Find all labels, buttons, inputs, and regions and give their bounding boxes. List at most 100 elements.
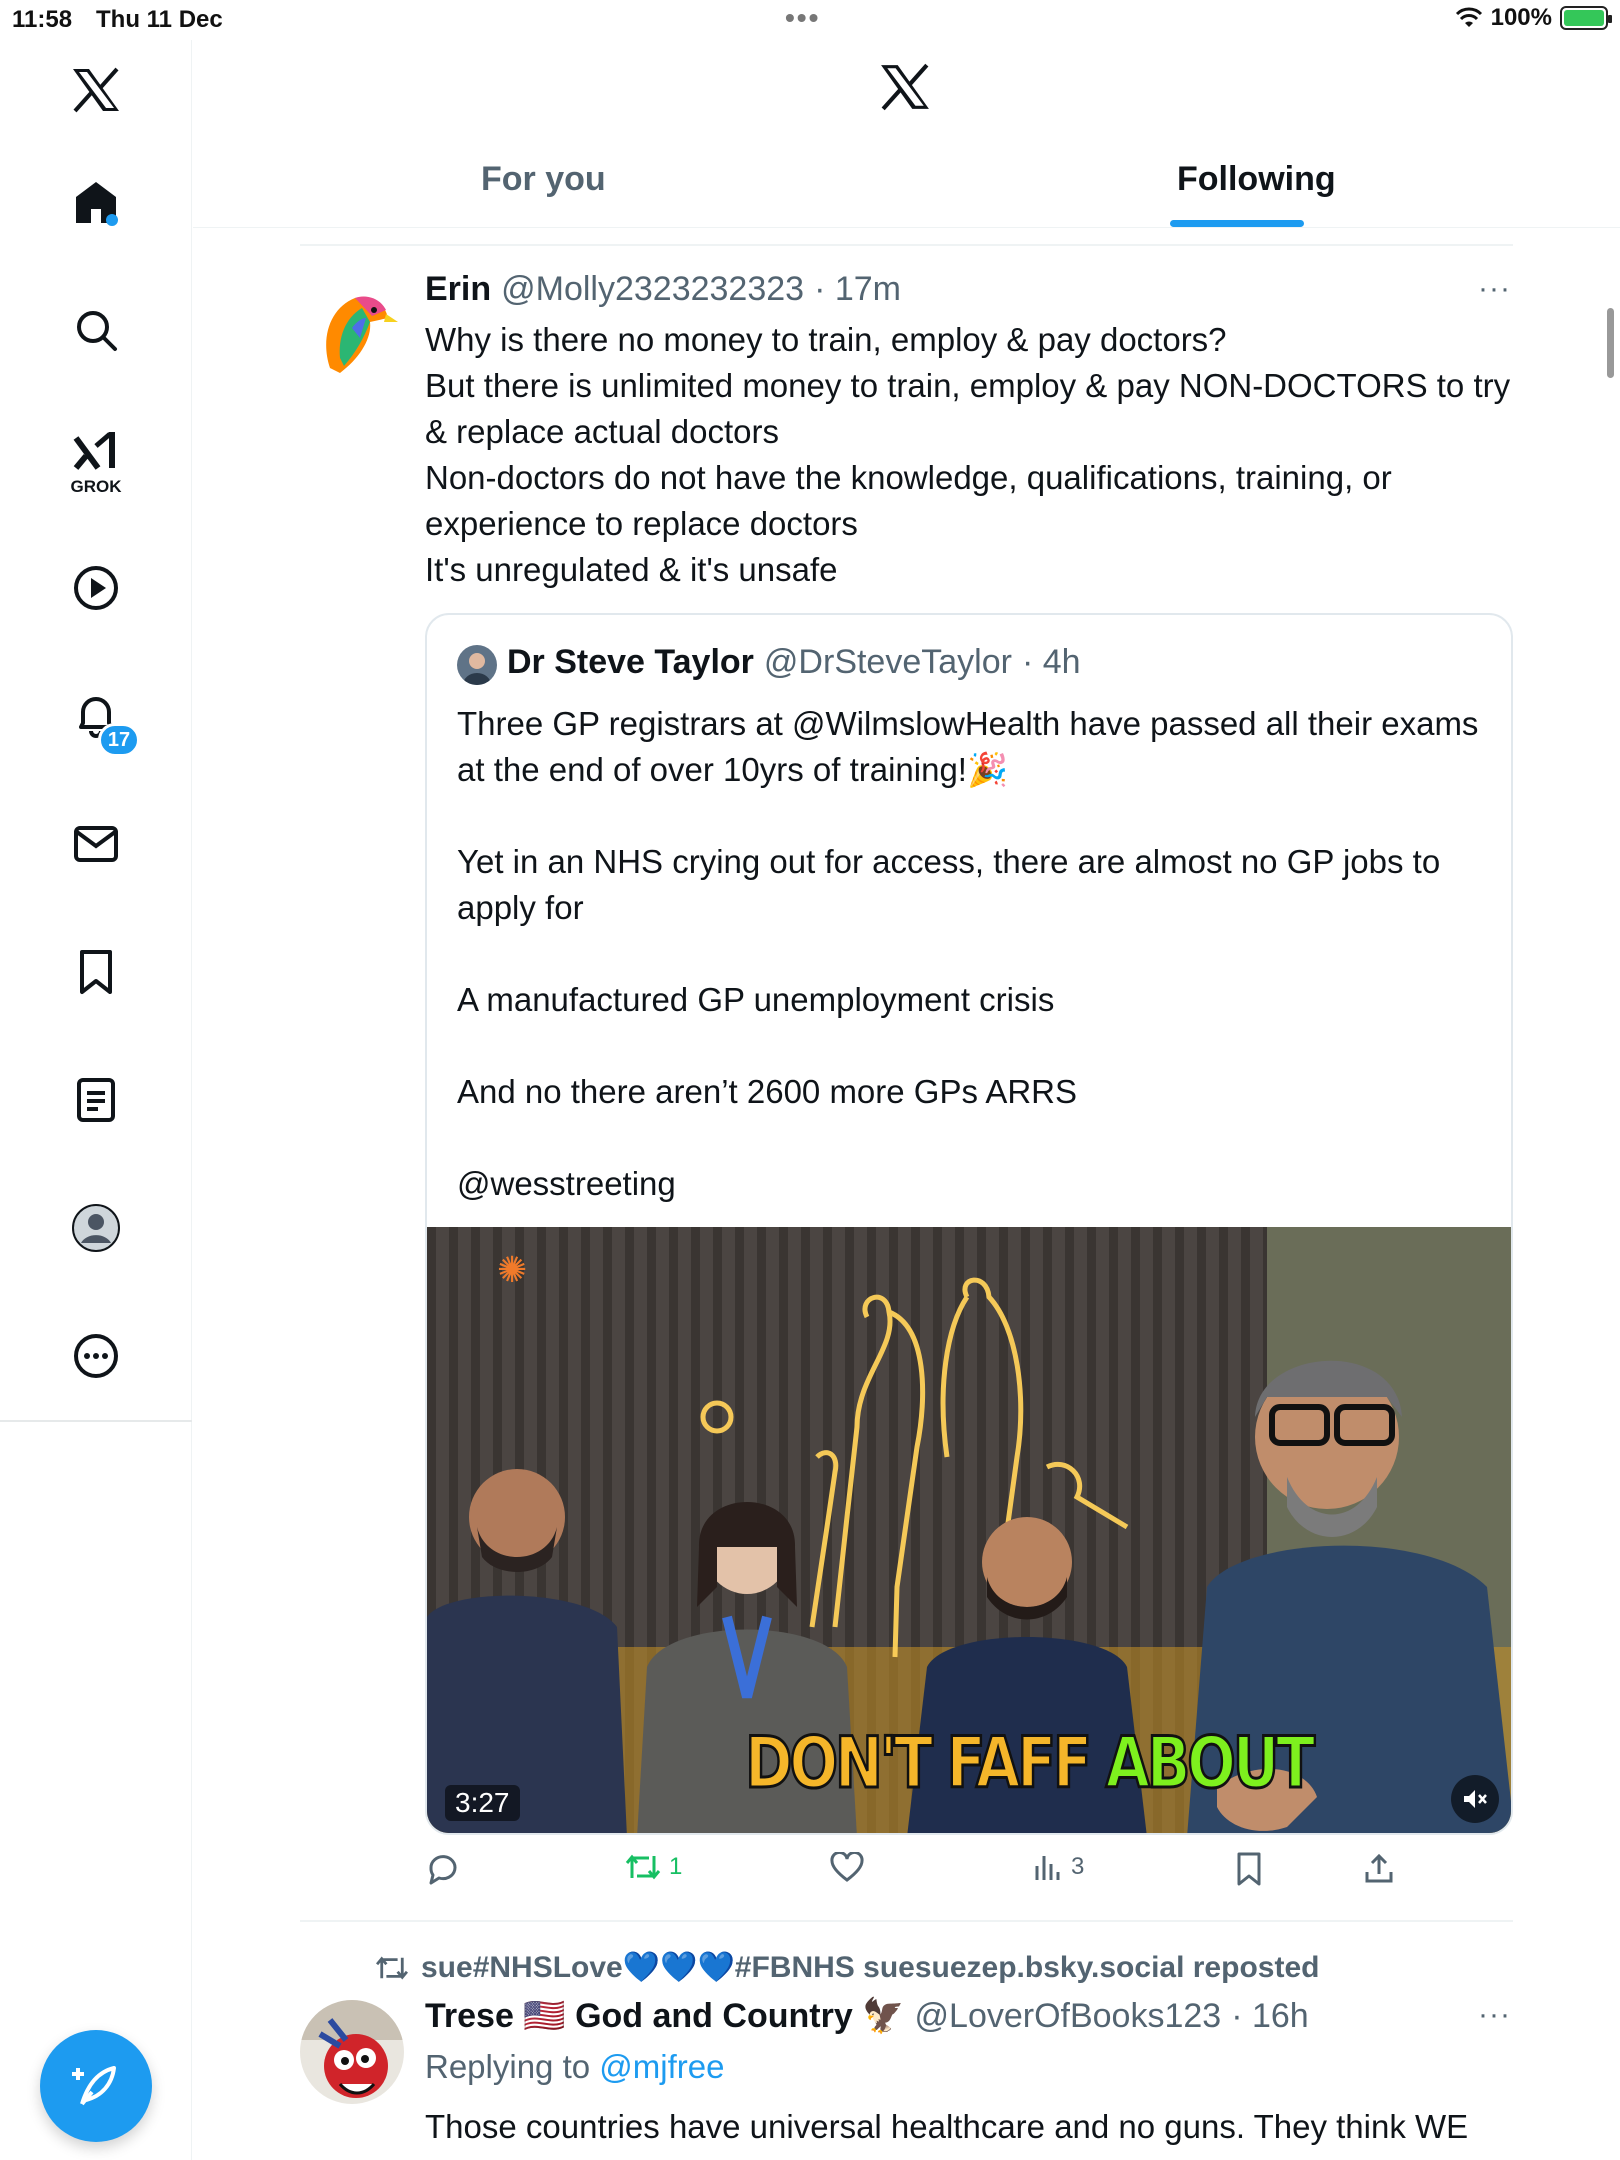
speaker-muted-icon: [1464, 1790, 1487, 1808]
bookmark-icon: [1237, 1852, 1261, 1886]
multitasking-dots-icon[interactable]: •••: [785, 2, 820, 34]
sidebar-item-home[interactable]: [56, 162, 136, 242]
grok-label: GROK: [70, 477, 122, 496]
reply-button[interactable]: [425, 1852, 467, 1886]
tweet2-body: Those countries have universal healthcar…: [425, 2104, 1515, 2150]
tab-following[interactable]: Following: [1177, 160, 1336, 199]
repost-button[interactable]: 1: [625, 1852, 682, 1882]
video-duration: 3:27: [445, 1785, 520, 1821]
video-player[interactable]: ✺ DON'T FAFF ABOUT 3:27: [427, 1227, 1511, 1833]
svg-text:✺: ✺: [497, 1250, 527, 1291]
sidebar-item-bookmarks[interactable]: [56, 932, 136, 1012]
status-time: 11:58: [12, 6, 73, 33]
video-caption: DON'T FAFF ABOUT: [744, 1721, 1317, 1806]
like-button[interactable]: [830, 1852, 872, 1882]
tweet1-line: It's unregulated & it's unsafe: [425, 551, 838, 588]
quote-author-handle[interactable]: @DrSteveTaylor: [764, 643, 1012, 682]
reply-icon: [429, 1855, 457, 1885]
tweet1-line: Non-doctors do not have the knowledge, q…: [425, 459, 1392, 542]
avatar-trese[interactable]: [300, 2000, 404, 2104]
x-header-logo-icon: [879, 62, 931, 117]
quote-timestamp: · 4h: [1021, 643, 1081, 681]
bookmark-icon: [80, 950, 112, 994]
heart-icon: [830, 1852, 864, 1882]
tweet2-repost-context[interactable]: sue#NHSLove💙💙💙#FBNHS suesuezep.bsky.soci…: [375, 1950, 1319, 1985]
repost-count: 1: [669, 1853, 683, 1880]
quote-body: Three GP registrars at @WilmslowHealth h…: [457, 701, 1487, 1207]
avatar-erin[interactable]: [300, 278, 404, 382]
grok-icon: [73, 432, 115, 470]
quote-author-name[interactable]: Dr Steve Taylor: [507, 643, 754, 682]
x-logo-icon[interactable]: [56, 50, 136, 130]
replying-mention-link[interactable]: @mjfree: [599, 2048, 724, 2085]
quote-paragraph: And no there aren’t 2600 more GPs ARRS: [457, 1073, 1078, 1110]
sidebar-item-video[interactable]: [56, 548, 136, 628]
tweet1-author-handle[interactable]: @Molly2323232323: [501, 270, 804, 309]
notifications-badge: 17: [98, 723, 140, 757]
battery-icon: [1560, 6, 1612, 30]
sidebar-item-lists[interactable]: [56, 1060, 136, 1140]
more-circle-icon: [74, 1334, 118, 1378]
tweet2-author-name[interactable]: Trese 🇺🇸 God and Country 🦅: [425, 1996, 905, 2036]
views-count: 3: [1071, 1853, 1085, 1880]
status-indicators: 100%: [1455, 4, 1612, 32]
feed-divider: [300, 244, 1513, 246]
list-document-icon: [77, 1078, 115, 1122]
tweet1-body: Why is there no money to train, employ &…: [425, 317, 1515, 593]
tweet1-action-bar: 1 3: [425, 1852, 1515, 1896]
video-caption-part2: ABOUT: [1104, 1721, 1316, 1806]
video-caption-part1: DON'T FAFF: [744, 1721, 1094, 1806]
tweet1-timestamp[interactable]: · 17m: [814, 270, 901, 309]
tweet1-line: Why is there no money to train, employ &…: [425, 321, 1227, 358]
quote-paragraph: @wesstreeting: [457, 1165, 676, 1202]
repost-icon: [625, 1854, 661, 1880]
quote-paragraph: Yet in an NHS crying out for access, the…: [457, 843, 1441, 926]
feed-divider: [300, 1920, 1513, 1922]
tweet1-author-name[interactable]: Erin: [425, 270, 491, 309]
status-date: Thu 11 Dec: [96, 6, 223, 33]
tweet2-replying-to: Replying to @mjfree: [425, 2048, 724, 2086]
scrollbar[interactable]: [1607, 308, 1614, 378]
battery-percent: 100%: [1490, 4, 1552, 31]
wifi-icon: [1455, 7, 1482, 27]
share-icon: [1365, 1853, 1393, 1883]
sidebar-divider: [0, 1420, 192, 1422]
quoted-tweet-card[interactable]: Dr Steve Taylor @DrSteveTaylor · 4h Thre…: [425, 613, 1513, 1835]
search-icon: [77, 311, 117, 351]
quote-header: Dr Steve Taylor @DrSteveTaylor · 4h: [507, 643, 1081, 682]
share-button[interactable]: [1363, 1852, 1403, 1884]
home-unread-dot: [106, 214, 118, 226]
compose-feather-icon: [72, 2066, 116, 2106]
tweet2-text: Those countries have universal healthcar…: [425, 2108, 1469, 2145]
compose-post-button[interactable]: [40, 2030, 152, 2142]
quote-paragraph: A manufactured GP unemployment crisis: [457, 981, 1055, 1018]
tweet2-header: Trese 🇺🇸 God and Country 🦅 @LoverOfBooks…: [425, 1996, 1309, 2036]
tweet1-header: Erin @Molly2323232323 · 17m: [425, 270, 901, 309]
tweet2-author-handle[interactable]: @LoverOfBooks123: [915, 1997, 1222, 2036]
sidebar-item-messages[interactable]: [56, 804, 136, 884]
tweet1-line: But there is unlimited money to train, e…: [425, 367, 1511, 450]
bookmark-button[interactable]: [1235, 1852, 1271, 1886]
replying-prefix: Replying to: [425, 2048, 591, 2085]
tweet2-repost-by: sue#NHSLove💙💙💙#FBNHS suesuezep.bsky.soci…: [421, 1951, 1320, 1984]
repost-small-icon: [375, 1955, 409, 1980]
tweet2-more-button[interactable]: ···: [1478, 1998, 1511, 2032]
active-tab-indicator: [1170, 220, 1304, 227]
sidebar-item-search[interactable]: [56, 290, 136, 370]
avatar-icon: [72, 1204, 120, 1252]
tweet1-more-button[interactable]: ···: [1478, 272, 1511, 306]
video-mute-button[interactable]: [1451, 1775, 1499, 1823]
views-chart-icon: [1035, 1856, 1060, 1880]
avatar-dr-steve-taylor[interactable]: [457, 645, 497, 685]
tab-for-you[interactable]: For you: [481, 160, 606, 199]
play-circle-icon: [74, 566, 118, 610]
views-button[interactable]: 3: [1033, 1852, 1084, 1882]
sidebar-item-more[interactable]: [56, 1316, 136, 1396]
status-bar: 11:58 Thu 11 Dec ••• 100%: [0, 0, 1620, 40]
timeline-header: For you Following: [193, 40, 1620, 228]
envelope-icon: [74, 826, 118, 862]
quote-paragraph: Three GP registrars at @WilmslowHealth h…: [457, 705, 1479, 788]
sidebar-item-profile[interactable]: [56, 1188, 136, 1268]
sidebar-nav: GROK 17: [0, 40, 192, 2160]
tweet2-timestamp[interactable]: · 16h: [1231, 1997, 1309, 2036]
